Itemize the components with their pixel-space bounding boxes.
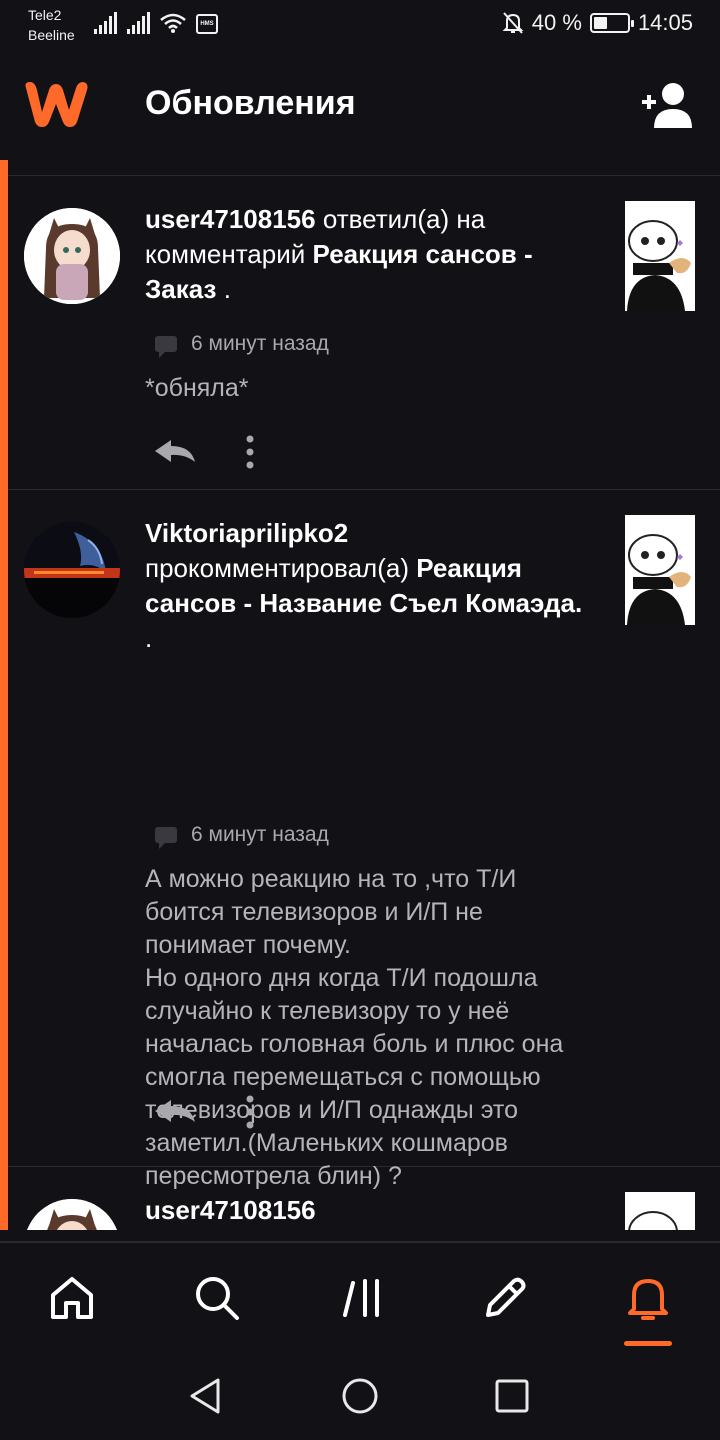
comment-icon xyxy=(155,336,177,358)
reply-icon[interactable] xyxy=(151,436,197,466)
username-link[interactable]: user47108156 xyxy=(145,1195,316,1225)
home-icon[interactable] xyxy=(47,1273,97,1323)
notification-headline: user47108156 ответил(а) на комментарий Р… xyxy=(145,202,585,307)
notification-headline: Viktoriaprilipko2 прокомментировал(а) Ре… xyxy=(145,516,585,656)
timestamp: 6 минут назад xyxy=(191,332,329,355)
wattpad-logo-icon[interactable] xyxy=(22,78,90,130)
hms-icon: HMS xyxy=(196,14,218,34)
status-right: 40 % 14:05 xyxy=(502,10,693,36)
signal-1-icon xyxy=(94,12,117,34)
battery-fill xyxy=(593,17,607,29)
more-options-icon[interactable] xyxy=(240,434,260,470)
avatar[interactable] xyxy=(24,1199,120,1230)
avatar[interactable] xyxy=(24,208,120,304)
list-item[interactable]: user47108156 ответил(а) на комментарий Р… xyxy=(8,176,720,490)
avatar[interactable] xyxy=(24,522,120,618)
carrier-2: Beeline xyxy=(28,27,75,43)
notifications-icon[interactable] xyxy=(623,1273,673,1323)
notification-feed[interactable]: user47108156 ответил(а) на комментарий Р… xyxy=(0,160,720,1230)
avatar-image xyxy=(24,1199,120,1230)
story-cover-thumbnail[interactable] xyxy=(625,515,695,625)
comment-text: А можно реакцию на то ,что Т/И боится те… xyxy=(145,865,564,1190)
recents-icon[interactable] xyxy=(492,1376,532,1416)
timestamp: 6 минут назад xyxy=(191,823,329,846)
comment-text: *обняла* xyxy=(145,374,249,402)
action-text: прокомментировал(а) xyxy=(145,553,417,583)
more-options-icon[interactable] xyxy=(240,1094,260,1130)
story-cover-image xyxy=(625,201,695,311)
list-item[interactable]: Viktoriaprilipko2 прокомментировал(а) Ре… xyxy=(8,490,720,1190)
avatar-image xyxy=(24,522,120,618)
library-icon[interactable] xyxy=(337,1273,387,1323)
timestamp-row: 6 минут назад xyxy=(155,332,329,358)
timestamp-row: 6 минут назад xyxy=(155,823,329,849)
battery-percent: 40 % xyxy=(531,10,582,35)
headline-tail: . xyxy=(216,274,231,304)
story-cover-image xyxy=(625,1192,695,1230)
clock: 14:05 xyxy=(637,10,693,35)
search-icon[interactable] xyxy=(192,1273,242,1323)
carrier-names: Tele2 Beeline xyxy=(28,5,75,45)
home-circle-icon[interactable] xyxy=(340,1376,380,1416)
reply-icon[interactable] xyxy=(151,1096,197,1126)
story-cover-thumbnail[interactable] xyxy=(625,201,695,311)
bottom-navigation xyxy=(0,1241,720,1360)
battery-icon xyxy=(589,13,634,33)
carrier-1: Tele2 xyxy=(28,7,62,23)
status-bar: Tele2 Beeline HMS 40 % 14:05 xyxy=(0,0,720,52)
active-tab-indicator xyxy=(624,1341,672,1346)
add-user-icon[interactable] xyxy=(640,80,696,130)
write-icon[interactable] xyxy=(480,1273,530,1323)
list-item[interactable]: user47108156 xyxy=(8,1167,720,1230)
avatar-image xyxy=(24,208,120,304)
unread-indicator xyxy=(0,160,8,1230)
mute-bell-icon xyxy=(502,12,524,34)
signal-2-icon xyxy=(127,12,150,34)
back-icon[interactable] xyxy=(186,1376,226,1416)
notification-headline: user47108156 xyxy=(145,1193,585,1228)
page-title: Обновления xyxy=(145,84,356,122)
username-link[interactable]: Viktoriaprilipko2 xyxy=(145,518,348,548)
app-header: Обновления xyxy=(0,52,720,176)
headline-tail: . xyxy=(145,623,153,653)
system-navigation-bar xyxy=(0,1360,720,1440)
story-cover-thumbnail[interactable] xyxy=(625,1192,695,1230)
comment-icon xyxy=(155,827,177,849)
username-link[interactable]: user47108156 xyxy=(145,204,316,234)
status-left-icons: HMS xyxy=(94,12,218,34)
story-cover-image xyxy=(625,515,695,625)
wifi-icon xyxy=(160,13,186,33)
